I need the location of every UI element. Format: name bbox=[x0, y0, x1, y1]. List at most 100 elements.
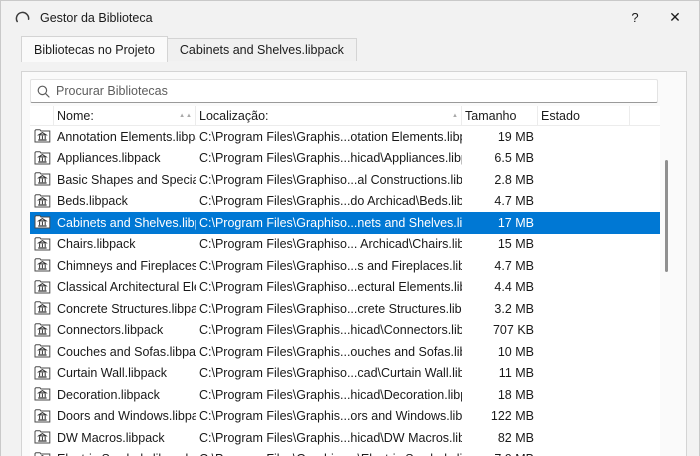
tab-cabinets-and-shelves[interactable]: Cabinets and Shelves.libpack bbox=[167, 38, 357, 61]
row-location: C:\Program Files\Graphis...ouches and So… bbox=[199, 344, 462, 359]
sort-indicator-name-icon: ▲▲ bbox=[179, 112, 193, 119]
library-icon bbox=[30, 172, 54, 187]
row-name: Connectors.libpack bbox=[57, 323, 164, 338]
table-row[interactable]: Cabinets and Shelves.libp... C:\Program … bbox=[30, 212, 660, 234]
row-size: 2.8 MB bbox=[494, 172, 534, 187]
library-icon bbox=[30, 280, 54, 295]
row-name: Chimneys and Fireplaces.li... bbox=[57, 258, 196, 273]
row-size: 4.7 MB bbox=[494, 258, 534, 273]
table-row[interactable]: Doors and Windows.libpack C:\Program Fil… bbox=[30, 406, 660, 428]
library-icon bbox=[30, 301, 54, 316]
row-size: 3.2 MB bbox=[494, 301, 534, 316]
row-name: Cabinets and Shelves.libp... bbox=[57, 215, 196, 230]
row-location: C:\Program Files\Graphiso...s and Firepl… bbox=[199, 258, 462, 273]
library-icon bbox=[30, 323, 54, 338]
library-manager-dialog: Gestor da Biblioteca ? ✕ Bibliotecas no … bbox=[0, 0, 700, 456]
row-size: 4.7 MB bbox=[494, 194, 534, 209]
tab-bar: Bibliotecas no Projeto Cabinets and Shel… bbox=[1, 34, 699, 62]
row-size: 11 MB bbox=[498, 366, 534, 381]
row-size: 707 KB bbox=[492, 323, 534, 338]
column-header-name[interactable]: Nome: ▲▲ bbox=[54, 106, 196, 125]
library-icon bbox=[30, 237, 54, 252]
row-size: 4.4 MB bbox=[494, 280, 534, 295]
column-label-status: Estado bbox=[541, 108, 580, 123]
sort-indicator-location-icon: ▲ bbox=[452, 112, 459, 119]
row-location: C:\Program Files\Graphiso...nets and She… bbox=[199, 215, 462, 230]
library-icon bbox=[30, 129, 54, 144]
titlebar: Gestor da Biblioteca ? ✕ bbox=[1, 1, 699, 34]
row-size: 82 MB bbox=[497, 430, 534, 445]
row-name: Classical Architectural Ele... bbox=[57, 280, 196, 295]
archicad-logo-icon bbox=[15, 11, 30, 22]
row-location: C:\Program Files\Graphis...hicad\Applian… bbox=[199, 151, 462, 166]
column-header-icon[interactable] bbox=[30, 106, 54, 125]
column-header-location[interactable]: Localização: ▲ bbox=[196, 106, 462, 125]
row-size: 6.5 MB bbox=[494, 151, 534, 166]
vertical-scrollbar[interactable] bbox=[665, 160, 668, 272]
library-icon bbox=[30, 258, 54, 273]
row-name: Basic Shapes and Special C... bbox=[57, 172, 196, 187]
close-button[interactable]: ✕ bbox=[655, 1, 695, 34]
table-row[interactable]: Concrete Structures.libpack C:\Program F… bbox=[30, 298, 660, 320]
table-row[interactable]: Electric Symbols.libpack C:\Program File… bbox=[30, 449, 660, 456]
row-name: Appliances.libpack bbox=[57, 151, 161, 166]
row-location: C:\Program Files\Graphiso...ectural Elem… bbox=[199, 280, 462, 295]
row-location: C:\Program Files\Graphis...hicad\Connect… bbox=[199, 323, 462, 338]
row-size: 17 MB bbox=[497, 215, 534, 230]
table-row[interactable]: Beds.libpack C:\Program Files\Graphis...… bbox=[30, 191, 660, 213]
table-row[interactable]: Basic Shapes and Special C... C:\Program… bbox=[30, 169, 660, 191]
row-name: Decoration.libpack bbox=[57, 387, 160, 402]
table-row[interactable]: Curtain Wall.libpack C:\Program Files\Gr… bbox=[30, 363, 660, 385]
row-location: C:\Program Files\Graphis...ors and Windo… bbox=[199, 409, 462, 424]
row-location: C:\Program Files\Graphis...hicad\Decorat… bbox=[199, 387, 462, 402]
column-header-size[interactable]: Tamanho bbox=[462, 106, 538, 125]
row-size: 10 MB bbox=[497, 344, 534, 359]
library-icon bbox=[30, 194, 54, 209]
row-name: Doors and Windows.libpack bbox=[57, 409, 196, 424]
row-location: C:\Program Files\Graphiso... Archicad\Ch… bbox=[199, 237, 462, 252]
library-table-body: Annotation Elements.libpa... C:\Program … bbox=[30, 126, 660, 456]
library-icon bbox=[30, 409, 54, 424]
column-header-extra bbox=[630, 106, 660, 125]
tab-panel: Nome: ▲▲ Localização: ▲ Tamanho Estado bbox=[21, 71, 687, 456]
tab-bibliotecas-no-projeto[interactable]: Bibliotecas no Projeto bbox=[21, 36, 168, 62]
row-name: Electric Symbols.libpack bbox=[54, 452, 196, 456]
row-size: 15 MB bbox=[497, 237, 534, 252]
table-row[interactable]: DW Macros.libpack C:\Program Files\Graph… bbox=[30, 427, 660, 449]
table-row[interactable]: Annotation Elements.libpa... C:\Program … bbox=[30, 126, 660, 148]
table-row[interactable]: Couches and Sofas.libpack C:\Program Fil… bbox=[30, 341, 660, 363]
search-input[interactable] bbox=[56, 84, 651, 98]
library-icon bbox=[30, 452, 54, 456]
row-location: C:\Program Files\Graphis...otation Eleme… bbox=[199, 129, 462, 144]
library-icon bbox=[30, 387, 54, 402]
row-name: Concrete Structures.libpack bbox=[57, 301, 196, 316]
row-size: 7.9 MB bbox=[462, 452, 538, 456]
help-button[interactable]: ? bbox=[615, 1, 655, 34]
table-row[interactable]: Appliances.libpack C:\Program Files\Grap… bbox=[30, 148, 660, 170]
row-name: Annotation Elements.libpa... bbox=[57, 129, 196, 144]
library-icon bbox=[30, 151, 54, 166]
row-name: Beds.libpack bbox=[57, 194, 128, 209]
row-name: Chairs.libpack bbox=[57, 237, 136, 252]
table-row[interactable]: Chairs.libpack C:\Program Files\Graphiso… bbox=[30, 234, 660, 256]
row-name: Couches and Sofas.libpack bbox=[57, 344, 196, 359]
column-header-status[interactable]: Estado bbox=[538, 106, 630, 125]
library-icon bbox=[30, 430, 54, 445]
row-size: 122 MB bbox=[490, 409, 534, 424]
row-location: C:\Program Files\Graphiso...crete Struct… bbox=[199, 301, 462, 316]
window-title: Gestor da Biblioteca bbox=[40, 10, 153, 25]
table-row[interactable]: Chimneys and Fireplaces.li... C:\Program… bbox=[30, 255, 660, 277]
table-header: Nome: ▲▲ Localização: ▲ Tamanho Estado bbox=[30, 106, 660, 126]
row-location: C:\Program Files\Graphis...do Archicad\B… bbox=[199, 194, 462, 209]
library-table: Nome: ▲▲ Localização: ▲ Tamanho Estado A… bbox=[30, 106, 660, 456]
row-location: C:\Program Files\Graphiso...\Electric Sy… bbox=[196, 452, 462, 456]
table-row[interactable]: Connectors.libpack C:\Program Files\Grap… bbox=[30, 320, 660, 342]
row-name: DW Macros.libpack bbox=[57, 430, 165, 445]
row-location: C:\Program Files\Graphis...hicad\DW Macr… bbox=[199, 430, 462, 445]
table-row[interactable]: Decoration.libpack C:\Program Files\Grap… bbox=[30, 384, 660, 406]
library-icon bbox=[30, 366, 54, 381]
table-row[interactable]: Classical Architectural Ele... C:\Progra… bbox=[30, 277, 660, 299]
column-label-location: Localização: bbox=[199, 108, 269, 123]
column-label-size: Tamanho bbox=[465, 108, 517, 123]
row-size: 19 MB bbox=[497, 129, 534, 144]
